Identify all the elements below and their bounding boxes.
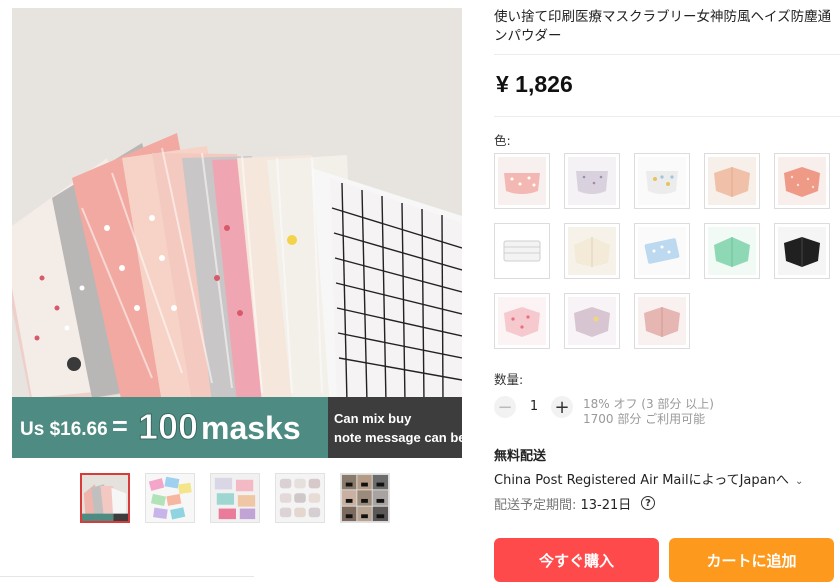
quantity-increase-button[interactable]: + bbox=[551, 396, 573, 418]
promo-note-panel: Can mix buy note message can be bbox=[328, 397, 462, 458]
product-title-line1: 使い捨て印刷医療マスクラブリー女神防風ヘイズ防塵通 bbox=[494, 9, 832, 25]
white-striped-mask-icon bbox=[498, 227, 546, 275]
cream-mask-icon bbox=[568, 227, 616, 275]
color-label: 色: bbox=[494, 133, 511, 148]
pink-dots-mask-icon bbox=[498, 157, 546, 205]
buy-now-button[interactable]: 今すぐ購入 bbox=[494, 538, 659, 582]
white-masks-grid-thumb-icon bbox=[276, 474, 324, 522]
delivery-estimate-label: 配送予定期間: bbox=[494, 498, 581, 513]
thumbnail-4[interactable] bbox=[275, 473, 325, 523]
quantity-label: 数量: bbox=[494, 372, 524, 387]
thumbnail-1[interactable] bbox=[80, 473, 130, 523]
product-price: ¥ 1,826 bbox=[496, 71, 573, 97]
pink-heart-mask-icon bbox=[498, 297, 546, 345]
masks-illustration bbox=[12, 8, 462, 398]
thumbnail-5[interactable] bbox=[340, 473, 390, 523]
people-masks-thumb-icon bbox=[341, 474, 389, 522]
peach-mask-icon bbox=[708, 157, 756, 205]
thumbnail-strip bbox=[80, 473, 400, 529]
gallery-bottom-divider bbox=[0, 576, 254, 577]
add-to-cart-button[interactable]: カートに追加 bbox=[669, 538, 834, 582]
color-option-9[interactable] bbox=[704, 223, 760, 279]
pastel-masks-thumb-icon bbox=[82, 475, 128, 521]
color-option-6[interactable] bbox=[494, 223, 550, 279]
promo-unit: masks bbox=[201, 410, 301, 446]
promo-banner: Us $16.66 = 100 masks Can mix buy note m… bbox=[12, 397, 462, 458]
product-title: 使い捨て印刷医療マスクラブリー女神防風ヘイズ防塵通 ンパウダー bbox=[494, 8, 840, 46]
mint-mask-icon bbox=[708, 227, 756, 275]
stock-available-text: 1700 部分 ご利用可能 bbox=[583, 412, 706, 426]
main-product-image[interactable]: Us $16.66 = 100 masks Can mix buy note m… bbox=[12, 8, 462, 458]
color-option-7[interactable] bbox=[564, 223, 620, 279]
shipping-method-selector[interactable]: China Post Registered Air MailによってJapanへ… bbox=[494, 469, 803, 488]
rose-mask-icon bbox=[638, 297, 686, 345]
color-option-13[interactable] bbox=[634, 293, 690, 349]
promo-note-line1: Can mix buy bbox=[334, 411, 412, 426]
promo-price: Us $16.66 bbox=[20, 419, 108, 440]
patterned-masks-thumb-icon bbox=[146, 474, 194, 522]
help-icon[interactable]: ? bbox=[641, 496, 655, 510]
product-title-line2: ンパウダー bbox=[494, 28, 562, 44]
promo-note-line2: note message can be bbox=[334, 430, 462, 445]
thumbnail-3[interactable] bbox=[210, 473, 260, 523]
lavender-mask-icon bbox=[568, 157, 616, 205]
color-option-10[interactable] bbox=[774, 223, 830, 279]
colorful-masks-thumb-icon bbox=[211, 474, 259, 522]
color-option-8[interactable] bbox=[634, 223, 690, 279]
delivery-estimate-value: 13-21日 bbox=[580, 498, 632, 513]
title-divider bbox=[494, 54, 840, 55]
color-option-5[interactable] bbox=[774, 153, 830, 209]
color-option-11[interactable] bbox=[494, 293, 550, 349]
quantity-value[interactable]: 1 bbox=[525, 399, 543, 414]
color-option-1[interactable] bbox=[494, 153, 550, 209]
black-mask-icon bbox=[778, 227, 826, 275]
color-option-4[interactable] bbox=[704, 153, 760, 209]
blue-floral-mask-icon bbox=[638, 227, 686, 275]
color-option-2[interactable] bbox=[564, 153, 620, 209]
color-option-12[interactable] bbox=[564, 293, 620, 349]
coral-pattern-mask-icon bbox=[778, 157, 826, 205]
price-divider bbox=[494, 116, 840, 117]
free-shipping-title: 無料配送 bbox=[494, 449, 547, 464]
promo-equals: = bbox=[112, 411, 128, 441]
delivery-estimate: 配送予定期間: 13-21日 bbox=[494, 494, 631, 513]
lilac-mask-icon bbox=[568, 297, 616, 345]
promo-price-panel: Us $16.66 = 100 masks bbox=[12, 397, 328, 458]
chevron-down-icon: ⌄ bbox=[794, 476, 804, 487]
quantity-decrease-button[interactable]: − bbox=[494, 396, 516, 418]
thumbnail-2[interactable] bbox=[145, 473, 195, 523]
shipping-method-text: China Post Registered Air MailによってJapanへ bbox=[494, 473, 789, 488]
promo-quantity: 100 bbox=[137, 406, 199, 448]
white-floral-mask-icon bbox=[638, 157, 686, 205]
color-option-3[interactable] bbox=[634, 153, 690, 209]
